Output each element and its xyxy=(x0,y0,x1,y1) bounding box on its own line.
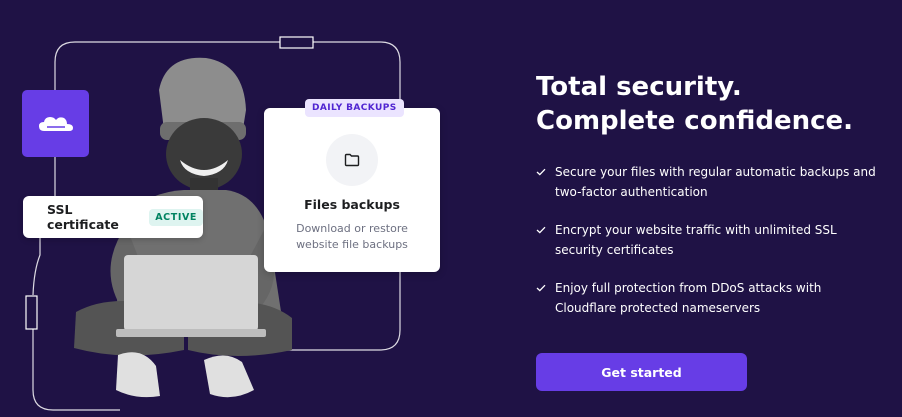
feature-item-ddos: Enjoy full protection from DDoS attacks … xyxy=(536,278,886,318)
feature-list: Secure your files with regular automatic… xyxy=(536,162,886,318)
security-section: SSL certificate ACTIVE DAILY BACKUPS Fil… xyxy=(0,0,902,417)
feature-text: Encrypt your website traffic with unlimi… xyxy=(555,223,837,257)
get-started-button[interactable]: Get started xyxy=(536,353,747,391)
active-status-badge: ACTIVE xyxy=(149,208,203,226)
daily-backups-badge: DAILY BACKUPS xyxy=(305,99,404,117)
cloudflare-tile xyxy=(22,90,89,157)
feature-item-backups: Secure your files with regular automatic… xyxy=(536,162,886,202)
check-icon xyxy=(536,226,546,234)
folder-icon xyxy=(344,153,360,167)
folder-icon-circle xyxy=(326,134,378,186)
ssl-certificate-card: SSL certificate ACTIVE xyxy=(23,196,203,238)
feature-item-ssl: Encrypt your website traffic with unlimi… xyxy=(536,220,886,260)
feature-text: Secure your files with regular automatic… xyxy=(555,165,876,199)
backup-card-title: Files backups xyxy=(304,197,400,212)
feature-text: Enjoy full protection from DDoS attacks … xyxy=(555,281,822,315)
section-headline: Total security. Complete confidence. xyxy=(536,72,854,136)
frame-connector-left xyxy=(25,295,38,330)
cloudflare-cloud-icon xyxy=(38,116,73,131)
security-content: Total security. Complete confidence. Sec… xyxy=(536,70,886,336)
frame-connector-top xyxy=(279,36,314,49)
check-icon xyxy=(536,168,546,176)
check-icon xyxy=(536,284,546,292)
backup-card-description: Download or restore website file backups xyxy=(296,222,408,251)
ssl-card-label: SSL certificate xyxy=(47,202,119,232)
files-backups-card: DAILY BACKUPS Files backups Download or … xyxy=(264,99,440,272)
